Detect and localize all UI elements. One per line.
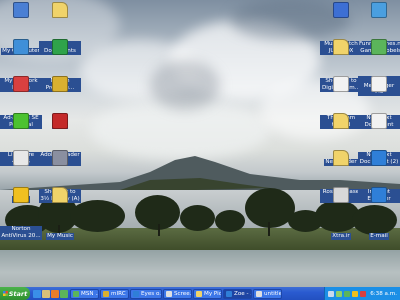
desktop-icon-label: Norton AntiVirus 20... [0, 226, 42, 240]
desktop-icon-e-mail[interactable]: E-mail [358, 187, 400, 241]
text-document-icon [333, 76, 349, 92]
msn-messenger-icon [371, 39, 387, 55]
taskbar-button-label: Eyes o... [141, 290, 162, 297]
internet-explorer-icon[interactable] [33, 289, 41, 298]
desktop-icon-label: E-mail [369, 233, 389, 240]
musicmatch-icon [333, 2, 349, 18]
desktop-icon-label: Xtra.ir [331, 233, 351, 240]
folder-icon [333, 113, 349, 129]
paint-icon [166, 290, 172, 297]
floppy-drive-icon [52, 150, 68, 166]
media-player-icon[interactable] [51, 289, 59, 298]
taskbar-button-label: MSN ... [81, 290, 99, 297]
internet-explorer-icon [133, 290, 139, 297]
system-tray: 6:38 a.m. [324, 287, 400, 300]
msn-messenger-icon[interactable] [60, 289, 68, 298]
ad-aware-icon [13, 76, 29, 92]
folder-icon [196, 290, 202, 297]
file-icon [13, 150, 29, 166]
taskbar: Start MSN ... mIRC ... Eyes o... Scree... My… [0, 287, 400, 300]
quick-launch [33, 289, 68, 298]
folder-icon [333, 39, 349, 55]
volume-icon[interactable] [328, 290, 335, 297]
taskbar-buttons: MSN ... mIRC ... Eyes o... Scree... My Pic..… [70, 288, 283, 299]
start-label: Start [8, 289, 28, 298]
my-computer-icon [13, 2, 29, 18]
network-places-icon [13, 39, 29, 55]
email-icon [371, 187, 387, 203]
clock: 6:38 a.m. [370, 290, 397, 297]
taskbar-button-label: Zoe - ... [234, 290, 251, 297]
taskbar-button-eyes-o[interactable]: Eyes o... [130, 288, 162, 299]
text-document-icon [371, 76, 387, 92]
folder-icon [333, 150, 349, 166]
msn-tray-icon[interactable] [344, 290, 351, 297]
limewire-icon [13, 113, 29, 129]
taskbar-button-scree[interactable]: Scree... [163, 288, 192, 299]
taskbar-button-zoe[interactable]: Zoe - ... [223, 288, 252, 299]
music-folder-icon [52, 187, 68, 203]
game-bubbles-icon [371, 2, 387, 18]
desktop-icon-label: My Music [46, 233, 74, 240]
desktop-icon-xtra-ir[interactable]: Xtra.ir [320, 187, 362, 241]
mirc-icon [52, 76, 68, 92]
norton-protected-recycle-bin-icon [52, 39, 68, 55]
folder-icon [52, 2, 68, 18]
taskbar-button-label: untitle... [264, 290, 282, 297]
xtra-icon [333, 187, 349, 203]
taskbar-button-mirc[interactable]: mIRC ... [100, 288, 129, 299]
windows-logo-icon [2, 291, 8, 296]
taskbar-button-msn[interactable]: MSN ... [70, 288, 99, 299]
network-icon[interactable] [336, 290, 343, 297]
taskbar-button-my-pic[interactable]: My Pic... [193, 288, 222, 299]
text-document-icon [371, 113, 387, 129]
water-reflection [0, 250, 400, 287]
mirc-icon [103, 290, 109, 297]
taskbar-button-label: Scree... [174, 290, 192, 297]
security-tray-icon[interactable] [360, 290, 367, 297]
internet-explorer-icon [226, 290, 232, 297]
taskbar-button-label: My Pic... [204, 290, 222, 297]
desktop-icon-norton-antivirus-20[interactable]: Norton AntiVirus 20... [0, 187, 42, 241]
show-desktop-icon[interactable] [42, 289, 50, 298]
taskbar-button-label: mIRC ... [111, 290, 128, 297]
msn-messenger-icon [73, 290, 79, 297]
paint-icon [256, 290, 262, 297]
taskbar-button-untitle[interactable]: untitle... [253, 288, 282, 299]
desktop-icon-my-music[interactable]: My Music [39, 187, 81, 241]
adobe-reader-icon [52, 113, 68, 129]
start-button[interactable]: Start [0, 287, 30, 300]
internet-explorer-icon [371, 150, 387, 166]
norton-antivirus-icon [13, 187, 29, 203]
norton-tray-icon[interactable] [352, 290, 359, 297]
